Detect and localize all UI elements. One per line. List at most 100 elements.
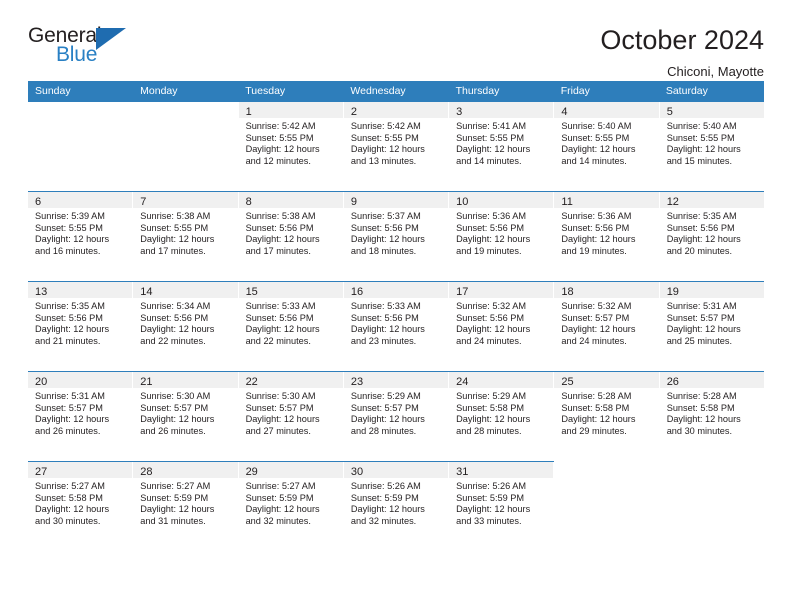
- sunrise-text: Sunrise: 5:35 AM: [666, 211, 737, 221]
- general-blue-logo[interactable]: General Blue: [28, 24, 138, 70]
- sunrise-text: Sunrise: 5:31 AM: [35, 391, 105, 401]
- day-cell[interactable]: 27 Sunrise: 5:27 AM Sunset: 5:58 PM Dayl…: [28, 462, 134, 551]
- day-cell[interactable]: 15 Sunrise: 5:33 AM Sunset: 5:56 PM Dayl…: [238, 282, 344, 371]
- day-number: 20: [35, 376, 48, 388]
- day-cell[interactable]: 17 Sunrise: 5:32 AM Sunset: 5:56 PM Dayl…: [449, 282, 555, 371]
- day-cell[interactable]: 19 Sunrise: 5:31 AM Sunset: 5:57 PM Dayl…: [659, 282, 764, 371]
- sunset-text: Sunset: 5:57 PM: [350, 402, 419, 413]
- day-cell[interactable]: 5 Sunrise: 5:40 AM Sunset: 5:55 PM Dayli…: [659, 102, 764, 191]
- day-cell[interactable]: 7 Sunrise: 5:38 AM Sunset: 5:55 PM Dayli…: [133, 192, 239, 281]
- day-cell[interactable]: 13 Sunrise: 5:35 AM Sunset: 5:56 PM Dayl…: [28, 282, 134, 371]
- day-number-band: 24: [449, 372, 554, 388]
- daylight-text-line2: and 28 minutes.: [456, 425, 522, 436]
- day-number: 24: [456, 376, 469, 388]
- day-cell[interactable]: 25 Sunrise: 5:28 AM Sunset: 5:58 PM Dayl…: [554, 372, 660, 461]
- sunrise-text: Sunrise: 5:33 AM: [245, 301, 316, 311]
- day-cell[interactable]: 11 Sunrise: 5:36 AM Sunset: 5:56 PM Dayl…: [554, 192, 660, 281]
- day-cell: [659, 461, 764, 551]
- daylight-text-line2: and 20 minutes.: [666, 245, 733, 256]
- sunrise-text: Sunrise: 5:27 AM: [245, 481, 316, 491]
- sunset-text: Sunset: 5:55 PM: [350, 132, 419, 143]
- day-cell[interactable]: 4 Sunrise: 5:40 AM Sunset: 5:55 PM Dayli…: [554, 102, 660, 191]
- weekday-tuesday: Tuesday: [245, 85, 286, 97]
- sunrise-text: Sunrise: 5:29 AM: [456, 391, 527, 401]
- week-row: 27 Sunrise: 5:27 AM Sunset: 5:58 PM Dayl…: [28, 461, 764, 551]
- sunrise-text: Sunrise: 5:38 AM: [140, 211, 211, 221]
- daylight-text-line1: Daylight: 12 hours: [666, 144, 741, 155]
- day-number-band: [660, 462, 764, 478]
- sunset-text: Sunset: 5:57 PM: [35, 402, 103, 413]
- day-number-band: 5: [659, 102, 764, 118]
- day-cell[interactable]: 9 Sunrise: 5:37 AM Sunset: 5:56 PM Dayli…: [343, 192, 450, 281]
- day-cell[interactable]: 6 Sunrise: 5:39 AM Sunset: 5:55 PM Dayli…: [28, 192, 134, 281]
- weekday-saturday: Saturday: [665, 85, 708, 97]
- sunset-text: Sunset: 5:56 PM: [350, 312, 419, 323]
- day-number-band: 4: [554, 102, 659, 118]
- daylight-text-line1: Daylight: 12 hours: [35, 234, 110, 245]
- daylight-text-line2: and 33 minutes.: [456, 515, 522, 526]
- day-cell[interactable]: 2 Sunrise: 5:42 AM Sunset: 5:55 PM Dayli…: [343, 102, 450, 191]
- day-number-band: [28, 102, 132, 118]
- day-number-band: 8: [238, 192, 343, 208]
- weekday-monday: Monday: [140, 85, 178, 97]
- daylight-text-line2: and 30 minutes.: [666, 425, 733, 436]
- daylight-text-line2: and 16 minutes.: [35, 245, 101, 256]
- day-details: Sunrise: 5:35 AM Sunset: 5:56 PM Dayligh…: [660, 208, 764, 257]
- day-cell[interactable]: 23 Sunrise: 5:29 AM Sunset: 5:57 PM Dayl…: [343, 372, 450, 461]
- day-cell[interactable]: 24 Sunrise: 5:29 AM Sunset: 5:58 PM Dayl…: [449, 372, 555, 461]
- week-row: 20 Sunrise: 5:31 AM Sunset: 5:57 PM Dayl…: [28, 371, 764, 461]
- daylight-text-line2: and 26 minutes.: [140, 425, 206, 436]
- day-cell[interactable]: 22 Sunrise: 5:30 AM Sunset: 5:57 PM Dayl…: [238, 372, 344, 461]
- daylight-text-line2: and 13 minutes.: [350, 155, 417, 166]
- sunrise-text: Sunrise: 5:42 AM: [350, 121, 421, 131]
- daylight-text-line1: Daylight: 12 hours: [666, 234, 741, 245]
- day-cell[interactable]: 18 Sunrise: 5:32 AM Sunset: 5:57 PM Dayl…: [554, 282, 660, 371]
- daylight-text-line1: Daylight: 12 hours: [140, 414, 215, 425]
- daylight-text-line2: and 22 minutes.: [245, 335, 311, 346]
- week-row: 1 Sunrise: 5:42 AM Sunset: 5:55 PM Dayli…: [28, 101, 764, 191]
- sunset-text: Sunset: 5:55 PM: [35, 222, 103, 233]
- sunset-text: Sunset: 5:58 PM: [666, 402, 735, 413]
- day-cell[interactable]: 26 Sunrise: 5:28 AM Sunset: 5:58 PM Dayl…: [659, 372, 764, 461]
- sunrise-text: Sunrise: 5:41 AM: [456, 121, 527, 131]
- sunset-text: Sunset: 5:55 PM: [666, 132, 735, 143]
- day-cell[interactable]: 12 Sunrise: 5:35 AM Sunset: 5:56 PM Dayl…: [659, 192, 764, 281]
- day-cell[interactable]: 30 Sunrise: 5:26 AM Sunset: 5:59 PM Dayl…: [343, 462, 450, 551]
- daylight-text-line1: Daylight: 12 hours: [666, 414, 741, 425]
- day-cell[interactable]: 20 Sunrise: 5:31 AM Sunset: 5:57 PM Dayl…: [28, 372, 134, 461]
- day-cell[interactable]: 3 Sunrise: 5:41 AM Sunset: 5:55 PM Dayli…: [449, 102, 555, 191]
- day-cell[interactable]: 16 Sunrise: 5:33 AM Sunset: 5:56 PM Dayl…: [343, 282, 450, 371]
- day-cell[interactable]: 8 Sunrise: 5:38 AM Sunset: 5:56 PM Dayli…: [238, 192, 344, 281]
- daylight-text-line1: Daylight: 12 hours: [350, 414, 425, 425]
- daylight-text-line2: and 19 minutes.: [561, 245, 627, 256]
- day-cell[interactable]: 28 Sunrise: 5:27 AM Sunset: 5:59 PM Dayl…: [133, 462, 239, 551]
- day-number: 10: [456, 196, 469, 208]
- logo-text-blue: Blue: [56, 43, 98, 66]
- sunrise-text: Sunrise: 5:42 AM: [245, 121, 316, 131]
- day-number: 18: [561, 286, 574, 298]
- day-cell[interactable]: 31 Sunrise: 5:26 AM Sunset: 5:59 PM Dayl…: [449, 462, 555, 551]
- sunset-text: Sunset: 5:56 PM: [245, 312, 314, 323]
- daylight-text-line2: and 30 minutes.: [35, 515, 101, 526]
- sunset-text: Sunset: 5:58 PM: [561, 402, 630, 413]
- day-number: 29: [245, 466, 258, 478]
- day-cell[interactable]: 21 Sunrise: 5:30 AM Sunset: 5:57 PM Dayl…: [133, 372, 239, 461]
- day-details: Sunrise: 5:29 AM Sunset: 5:57 PM Dayligh…: [344, 388, 448, 437]
- sunset-text: Sunset: 5:59 PM: [245, 492, 314, 503]
- day-cell[interactable]: 14 Sunrise: 5:34 AM Sunset: 5:56 PM Dayl…: [133, 282, 239, 371]
- day-number: 26: [666, 376, 679, 388]
- day-number: 16: [350, 286, 364, 298]
- day-details: Sunrise: 5:31 AM Sunset: 5:57 PM Dayligh…: [28, 388, 132, 437]
- daylight-text-line2: and 23 minutes.: [350, 335, 417, 346]
- day-cell[interactable]: 1 Sunrise: 5:42 AM Sunset: 5:55 PM Dayli…: [238, 102, 344, 191]
- daylight-text-line2: and 24 minutes.: [561, 335, 627, 346]
- sunset-text: Sunset: 5:58 PM: [456, 402, 525, 413]
- sunrise-text: Sunrise: 5:40 AM: [561, 121, 632, 131]
- sunrise-text: Sunrise: 5:32 AM: [561, 301, 632, 311]
- day-details: Sunrise: 5:34 AM Sunset: 5:56 PM Dayligh…: [133, 298, 237, 347]
- day-cell[interactable]: 29 Sunrise: 5:27 AM Sunset: 5:59 PM Dayl…: [238, 462, 344, 551]
- day-cell[interactable]: 10 Sunrise: 5:36 AM Sunset: 5:56 PM Dayl…: [449, 192, 555, 281]
- sunrise-text: Sunrise: 5:39 AM: [35, 211, 105, 221]
- day-details: Sunrise: 5:38 AM Sunset: 5:55 PM Dayligh…: [133, 208, 237, 257]
- day-number-band: 20: [28, 372, 133, 388]
